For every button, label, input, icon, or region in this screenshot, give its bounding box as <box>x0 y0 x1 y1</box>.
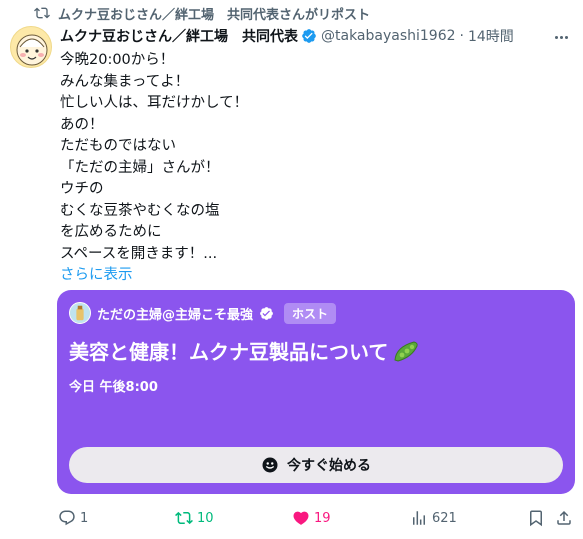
post-header: ムクナ豆おじさん／絆工場 共同代表 @takabayashi1962 · 14時… <box>60 26 580 46</box>
separator-dot: · <box>459 28 464 44</box>
post-line: 忙しい人は、耳だけかして！ <box>60 95 249 111</box>
post-line: を広めるために <box>60 224 162 240</box>
space-date: 今日 午後8:00 <box>69 380 158 395</box>
reply-icon <box>59 510 75 526</box>
show-more-link[interactable]: さらに表示 <box>60 265 560 287</box>
bookmark-icon <box>530 510 542 527</box>
post-line: むくな豆茶やむくなの塩 <box>60 202 220 219</box>
more-dot <box>564 35 568 39</box>
space-card[interactable]: ただの主婦@主婦こそ最強 ホスト 美容と健康！ムクナ豆製品について 今日 午後8… <box>57 290 575 494</box>
bald-face-avatar-icon <box>16 34 48 66</box>
post-time[interactable]: 14時間 <box>468 26 514 46</box>
host-verified-icon <box>260 306 273 320</box>
repost-text: ムクナ豆おじさん／絆工場 共同代表さんがリポスト <box>58 7 371 23</box>
host-name[interactable]: ただの主婦@主婦こそ最強 <box>97 304 253 323</box>
space-host-row: ただの主婦@主婦こそ最強 ホスト <box>69 302 337 324</box>
repost-count: 10 <box>197 510 214 526</box>
space-title: 美容と健康！ムクナ豆製品について <box>69 336 420 365</box>
post-line: みんな集まってよ！ <box>60 73 190 90</box>
share-button[interactable] <box>555 508 573 528</box>
reply-button[interactable]: 1 <box>58 508 88 528</box>
host-avatar-image-icon <box>70 303 90 323</box>
author-handle[interactable]: @takabayashi1962 <box>321 28 456 44</box>
author-name[interactable]: ムクナ豆おじさん／絆工場 共同代表 <box>60 26 298 46</box>
post-line: あの！ <box>60 116 104 133</box>
peapod-icon <box>394 340 419 362</box>
action-bar: 1 10 19 621 <box>0 504 583 532</box>
views-count: 621 <box>432 510 457 526</box>
host-badge: ホスト <box>284 302 337 324</box>
start-now-label: 今すぐ始める <box>287 458 371 474</box>
like-count: 19 <box>314 510 331 526</box>
post-line: ウチの <box>60 181 104 197</box>
reply-count: 1 <box>80 510 89 526</box>
more-dot <box>559 35 563 39</box>
analytics-icon <box>413 511 425 525</box>
post-line: 今晩20:00から！ <box>60 52 175 68</box>
repost-button[interactable]: 10 <box>175 508 214 528</box>
views-button[interactable]: 621 <box>410 508 457 528</box>
host-avatar[interactable] <box>69 302 91 324</box>
author-avatar[interactable] <box>10 26 52 68</box>
repost-icon <box>34 7 50 19</box>
start-now-button[interactable]: 今すぐ始める <box>69 447 563 483</box>
more-dot <box>554 35 558 39</box>
space-title-text: 美容と健康！ムクナ豆製品について <box>69 340 389 364</box>
verified-badge-icon <box>302 29 316 43</box>
share-icon <box>557 510 571 525</box>
repost-attribution[interactable]: ムクナ豆おじさん／絆工場 共同代表さんがリポスト <box>34 4 371 23</box>
bookmark-button[interactable] <box>527 508 545 528</box>
post-line: ただものではない <box>60 138 176 154</box>
post-body: 今晩20:00から！ みんな集まってよ！ 忙しい人は、耳だけかして！ あの！ た… <box>60 50 560 287</box>
like-button[interactable]: 19 <box>292 508 331 528</box>
post-line: 「ただの主婦」さんが！ <box>60 159 220 176</box>
post-line: スペースを開きます！... <box>60 245 218 262</box>
heart-icon <box>293 511 309 525</box>
repost-action-icon <box>175 511 193 525</box>
spaces-mic-icon <box>262 457 278 473</box>
more-options-button[interactable] <box>551 28 571 46</box>
